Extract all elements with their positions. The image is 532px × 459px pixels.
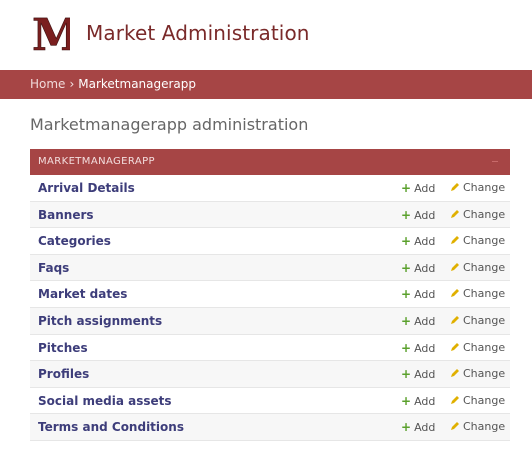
page-title: Marketmanagerapp administration xyxy=(30,115,309,134)
model-list: Arrival Details + Add Change Banners + Add Chan… xyxy=(30,175,510,441)
model-name-link[interactable]: Faqs xyxy=(38,255,69,281)
module-caption-label[interactable]: MARKETMANAGERAPP xyxy=(38,156,155,167)
plus-icon: + xyxy=(401,207,412,222)
plus-icon: + xyxy=(401,234,412,249)
breadcrumb: Home › Marketmanagerapp xyxy=(0,70,532,99)
add-link[interactable]: + Add xyxy=(401,175,435,202)
add-link[interactable]: + Add xyxy=(401,281,435,308)
pencil-icon xyxy=(451,315,459,324)
change-label: Change xyxy=(463,287,506,301)
add-link[interactable]: + Add xyxy=(401,388,435,415)
change-label: Change xyxy=(463,260,506,274)
plus-icon: + xyxy=(401,287,412,302)
add-label: Add xyxy=(414,341,436,355)
table-row: Pitch assignments + Add Change xyxy=(30,307,510,335)
change-link[interactable]: Change xyxy=(450,255,505,281)
plus-icon: + xyxy=(401,313,412,328)
model-name-link[interactable]: Social media assets xyxy=(38,388,172,414)
change-label: Change xyxy=(463,207,506,221)
add-label: Add xyxy=(414,235,436,249)
change-label: Change xyxy=(463,340,506,354)
change-link[interactable]: Change xyxy=(450,175,505,201)
model-name-link[interactable]: Arrival Details xyxy=(38,175,135,201)
table-row: Banners + Add Change xyxy=(30,201,510,229)
change-link[interactable]: Change xyxy=(450,388,505,414)
change-link[interactable]: Change xyxy=(450,281,505,307)
change-label: Change xyxy=(463,313,506,327)
add-label: Add xyxy=(414,261,436,275)
table-row: Arrival Details + Add Change xyxy=(30,175,510,202)
site-title[interactable]: Market Administration xyxy=(86,20,310,46)
plus-icon: + xyxy=(401,181,412,195)
add-link[interactable]: + Add xyxy=(401,255,435,282)
pencil-icon xyxy=(451,422,459,431)
pencil-icon xyxy=(451,369,459,378)
plus-icon: + xyxy=(401,420,412,435)
add-label: Add xyxy=(414,182,436,195)
model-name-link[interactable]: Banners xyxy=(38,202,94,228)
change-label: Change xyxy=(463,393,506,407)
model-name-link[interactable]: Pitches xyxy=(38,335,88,361)
change-link[interactable]: Change xyxy=(450,308,505,334)
svg-text:M: M xyxy=(32,16,70,52)
logo-m-icon[interactable]: M xyxy=(32,16,70,52)
change-label: Change xyxy=(463,367,506,381)
add-label: Add xyxy=(414,314,436,328)
change-link[interactable]: Change xyxy=(450,228,505,254)
breadcrumb-separator: › xyxy=(69,77,75,91)
table-row: Profiles + Add Change xyxy=(30,361,510,388)
add-label: Add xyxy=(414,368,436,382)
model-name-link[interactable]: Terms and Conditions xyxy=(38,414,184,440)
pencil-icon xyxy=(451,395,459,404)
plus-icon: + xyxy=(401,393,412,408)
table-row: Market dates + Add Change xyxy=(30,281,510,308)
pencil-icon xyxy=(451,342,459,351)
change-label: Change xyxy=(463,420,506,434)
table-row: Categories + Add Change xyxy=(30,228,510,255)
add-link[interactable]: + Add xyxy=(401,414,435,441)
pencil-icon xyxy=(451,289,459,298)
table-row: Pitches + Add Change xyxy=(30,335,510,362)
module-caption[interactable]: MARKETMANAGERAPP xyxy=(30,149,510,175)
add-link[interactable]: + Add xyxy=(401,308,435,335)
plus-icon: + xyxy=(401,260,412,275)
add-label: Add xyxy=(414,394,436,408)
add-label: Add xyxy=(414,208,436,222)
pencil-icon xyxy=(451,183,459,191)
add-link[interactable]: + Add xyxy=(401,361,435,388)
pencil-icon xyxy=(451,209,459,218)
breadcrumb-current: Marketmanagerapp xyxy=(78,77,197,91)
change-label: Change xyxy=(463,234,506,248)
table-row: Social media assets + Add Change xyxy=(30,388,510,415)
add-label: Add xyxy=(414,421,436,435)
table-row: Terms and Conditions + Add Change xyxy=(30,414,510,441)
pencil-icon xyxy=(451,262,459,271)
breadcrumb-home-link[interactable]: Home xyxy=(30,77,65,91)
model-name-link[interactable]: Categories xyxy=(38,228,111,254)
model-name-link[interactable]: Profiles xyxy=(38,361,89,387)
site-header: M Market Administration xyxy=(0,0,532,70)
collapse-toggle-icon[interactable] xyxy=(492,161,498,162)
app-module: MARKETMANAGERAPP Arrival Details + Add Chan… xyxy=(30,149,510,441)
change-link[interactable]: Change xyxy=(450,361,505,387)
plus-icon: + xyxy=(401,367,412,382)
change-label: Change xyxy=(463,181,506,194)
pencil-icon xyxy=(451,236,459,245)
add-link[interactable]: + Add xyxy=(401,335,435,362)
model-name-link[interactable]: Market dates xyxy=(38,281,127,307)
change-link[interactable]: Change xyxy=(450,202,505,228)
plus-icon: + xyxy=(401,340,412,355)
model-name-link[interactable]: Pitch assignments xyxy=(38,308,162,334)
add-link[interactable]: + Add xyxy=(401,202,435,229)
change-link[interactable]: Change xyxy=(450,335,505,361)
add-link[interactable]: + Add xyxy=(401,228,435,255)
change-link[interactable]: Change xyxy=(450,414,505,440)
add-label: Add xyxy=(414,288,436,302)
table-row: Faqs + Add Change xyxy=(30,254,510,282)
